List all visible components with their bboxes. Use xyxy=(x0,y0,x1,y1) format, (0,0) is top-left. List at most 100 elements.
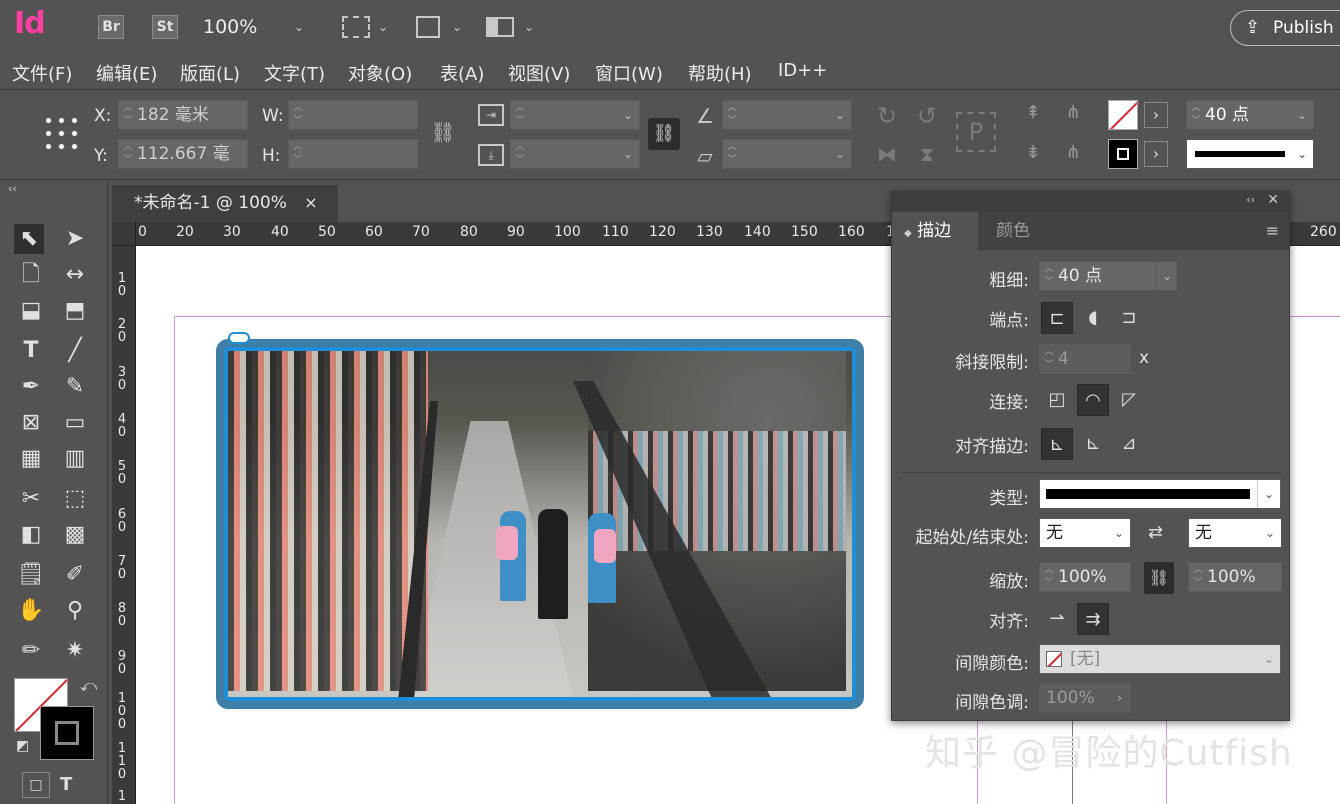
content-placer-icon[interactable]: ⬒ xyxy=(60,296,90,326)
type-tool-icon[interactable]: T xyxy=(16,336,46,366)
pen-tool-icon[interactable]: ✒ xyxy=(16,372,46,402)
rectangle-frame-tool-icon[interactable]: ⊠ xyxy=(16,408,46,438)
close-tab-icon[interactable]: × xyxy=(304,193,317,212)
view-options-icon[interactable] xyxy=(342,16,370,38)
free-transform-tool-icon[interactable]: ⬚ xyxy=(60,484,90,514)
ruler-origin[interactable] xyxy=(112,222,136,246)
fill-chevron-right-icon[interactable]: › xyxy=(1144,102,1168,128)
screen-chevron-down-icon[interactable]: ⌄ xyxy=(452,20,462,34)
publish-online-button[interactable]: ⇪ Publish O xyxy=(1230,10,1340,46)
align-inside-icon[interactable]: ⊾ xyxy=(1077,428,1109,460)
constrain-proportions-broken-icon[interactable]: ⛓ xyxy=(430,120,456,144)
rotate-cw-icon[interactable]: ↻ xyxy=(872,102,902,130)
image-frame[interactable] xyxy=(216,339,864,709)
scale-x-field[interactable]: ︿ ﹀ ⌄ xyxy=(510,100,640,130)
round-join-icon[interactable]: ◠ xyxy=(1077,384,1109,416)
content-collector-icon[interactable]: ⬓ xyxy=(16,296,46,326)
menu-help[interactable]: 帮助(H) xyxy=(688,60,752,86)
align-outside-icon[interactable]: ⊿ xyxy=(1113,428,1145,460)
effects-tool-icon[interactable]: ✷ xyxy=(60,636,90,666)
menu-window[interactable]: 窗口(W) xyxy=(595,60,663,86)
select-container-icon[interactable]: ⇞ xyxy=(1020,102,1046,123)
gap-tint-field[interactable]: 100% › xyxy=(1039,683,1131,713)
align-center-icon[interactable]: ⊾ xyxy=(1041,428,1073,460)
bevel-join-icon[interactable]: ◸ xyxy=(1113,384,1145,416)
view-chevron-down-icon[interactable]: ⌄ xyxy=(378,20,388,34)
swap-arrows-icon[interactable]: ⇄ xyxy=(1148,522,1163,543)
format-text-icon[interactable]: T xyxy=(60,774,72,795)
swap-fill-stroke-icon[interactable]: ⤺ xyxy=(80,676,97,696)
page-tool-icon[interactable]: 🗋 xyxy=(16,260,46,290)
miter-field[interactable]: ︿ ﹀ 4 xyxy=(1039,344,1131,374)
menu-layout[interactable]: 版面(L) xyxy=(180,60,240,86)
projecting-cap-icon[interactable]: ⊐ xyxy=(1113,302,1145,334)
screen-mode-icon[interactable] xyxy=(416,16,440,38)
bridge-button[interactable]: Br xyxy=(98,15,124,39)
scale-end-field[interactable]: ︿ ﹀ 100% xyxy=(1188,562,1282,592)
menu-type[interactable]: 文字(T) xyxy=(264,60,325,86)
x-field[interactable]: ︿ ﹀ 182 毫米 xyxy=(118,100,248,130)
panel-title-bar[interactable]: ‹‹ ✕ xyxy=(892,192,1289,212)
select-next-icon[interactable]: ⋔ xyxy=(1058,142,1088,163)
link-scale-icon[interactable]: ⛓ xyxy=(1144,562,1174,594)
flip-vertical-icon[interactable]: ⧗ xyxy=(912,142,942,166)
horizontal-grid-tool-icon[interactable]: ▦ xyxy=(16,444,46,474)
rotate-ccw-icon[interactable]: ↺ xyxy=(912,102,942,130)
color-theme-tool-icon[interactable]: ✏ xyxy=(16,636,46,666)
menu-file[interactable]: 文件(F) xyxy=(12,60,72,86)
shear-field[interactable]: ︿ ﹀ ⌄ xyxy=(722,139,852,169)
arrow-extend-icon[interactable]: ⇀ xyxy=(1041,603,1073,635)
rectangle-tool-icon[interactable]: ▭ xyxy=(60,408,90,438)
direct-selection-tool-icon[interactable]: ➤ xyxy=(60,224,90,254)
type-dropdown[interactable]: ⌄ xyxy=(1039,479,1281,509)
gradient-swatch-tool-icon[interactable]: ◧ xyxy=(16,520,46,550)
stroke-swatch-icon[interactable] xyxy=(1108,139,1138,169)
stroke-weight-field[interactable]: ︿ ﹀ 40 点 ⌄ xyxy=(1186,100,1314,130)
round-cap-icon[interactable]: ◖ xyxy=(1077,302,1109,334)
stroke-chevron-right-icon[interactable]: › xyxy=(1144,141,1168,167)
tab-stroke[interactable]: ◆ 描边 xyxy=(892,212,978,250)
linked-content-icon[interactable] xyxy=(228,332,250,344)
document-tab[interactable]: *未命名-1 @ 100% × xyxy=(112,185,338,223)
flip-horizontal-icon[interactable]: ⧓ xyxy=(872,142,902,166)
gap-color-dropdown[interactable]: [无] ⌄ xyxy=(1039,644,1281,674)
reference-p-icon[interactable]: P xyxy=(956,112,996,152)
select-content-icon[interactable]: ⇟ xyxy=(1020,142,1046,163)
arrange-documents-icon[interactable] xyxy=(486,17,514,37)
stock-button[interactable]: St xyxy=(152,15,178,39)
start-dropdown[interactable]: 无 ⌄ xyxy=(1039,518,1131,548)
vertical-grid-tool-icon[interactable]: ▥ xyxy=(60,444,90,474)
h-field[interactable]: ︿ ﹀ xyxy=(288,139,418,169)
end-dropdown[interactable]: 无 ⌄ xyxy=(1188,518,1282,548)
menu-idplus[interactable]: ID++ xyxy=(778,60,827,81)
arrange-chevron-down-icon[interactable]: ⌄ xyxy=(524,20,534,34)
gradient-feather-tool-icon[interactable]: ▩ xyxy=(60,520,90,550)
menu-object[interactable]: 对象(O) xyxy=(348,60,412,86)
tab-color[interactable]: 颜色 ≡ xyxy=(978,212,1289,250)
menu-table[interactable]: 表(A) xyxy=(440,60,484,86)
constrain-scale-link-icon[interactable]: ⛓ xyxy=(648,118,680,150)
miter-join-icon[interactable]: ◰ xyxy=(1041,384,1073,416)
stroke-type-dropdown[interactable]: ⌄ xyxy=(1186,139,1314,169)
collapse-icon[interactable]: ‹‹ xyxy=(8,182,17,195)
note-tool-icon[interactable]: 🗒 xyxy=(16,560,46,590)
format-container-icon[interactable]: □ xyxy=(22,772,50,798)
panel-close-icon[interactable]: ✕ xyxy=(1267,192,1279,208)
scale-start-field[interactable]: ︿ ﹀ 100% xyxy=(1039,562,1131,592)
weight-field[interactable]: ︿ ﹀ 40 点 ⌄ xyxy=(1039,261,1177,291)
menu-view[interactable]: 视图(V) xyxy=(508,60,570,86)
reference-point-icon[interactable] xyxy=(42,114,80,152)
panel-collapse-icon[interactable]: ‹‹ xyxy=(1246,193,1255,206)
default-fill-stroke-icon[interactable]: ◩ xyxy=(16,738,29,754)
y-field[interactable]: ︿ ﹀ 112.667 毫 xyxy=(118,139,248,169)
menu-edit[interactable]: 编辑(E) xyxy=(96,60,157,86)
line-tool-icon[interactable]: ╱ xyxy=(60,336,90,366)
scale-y-field[interactable]: ︿ ﹀ ⌄ xyxy=(510,139,640,169)
arrow-inside-icon[interactable]: ⇉ xyxy=(1077,603,1109,635)
scissors-tool-icon[interactable]: ✂ xyxy=(16,484,46,514)
stroke-black-icon[interactable] xyxy=(40,706,94,760)
panel-menu-icon[interactable]: ≡ xyxy=(1266,212,1279,250)
hand-tool-icon[interactable]: ✋ xyxy=(16,596,46,626)
gap-tool-icon[interactable]: ↔ xyxy=(60,260,90,290)
zoom-level[interactable]: 100% xyxy=(203,16,257,38)
